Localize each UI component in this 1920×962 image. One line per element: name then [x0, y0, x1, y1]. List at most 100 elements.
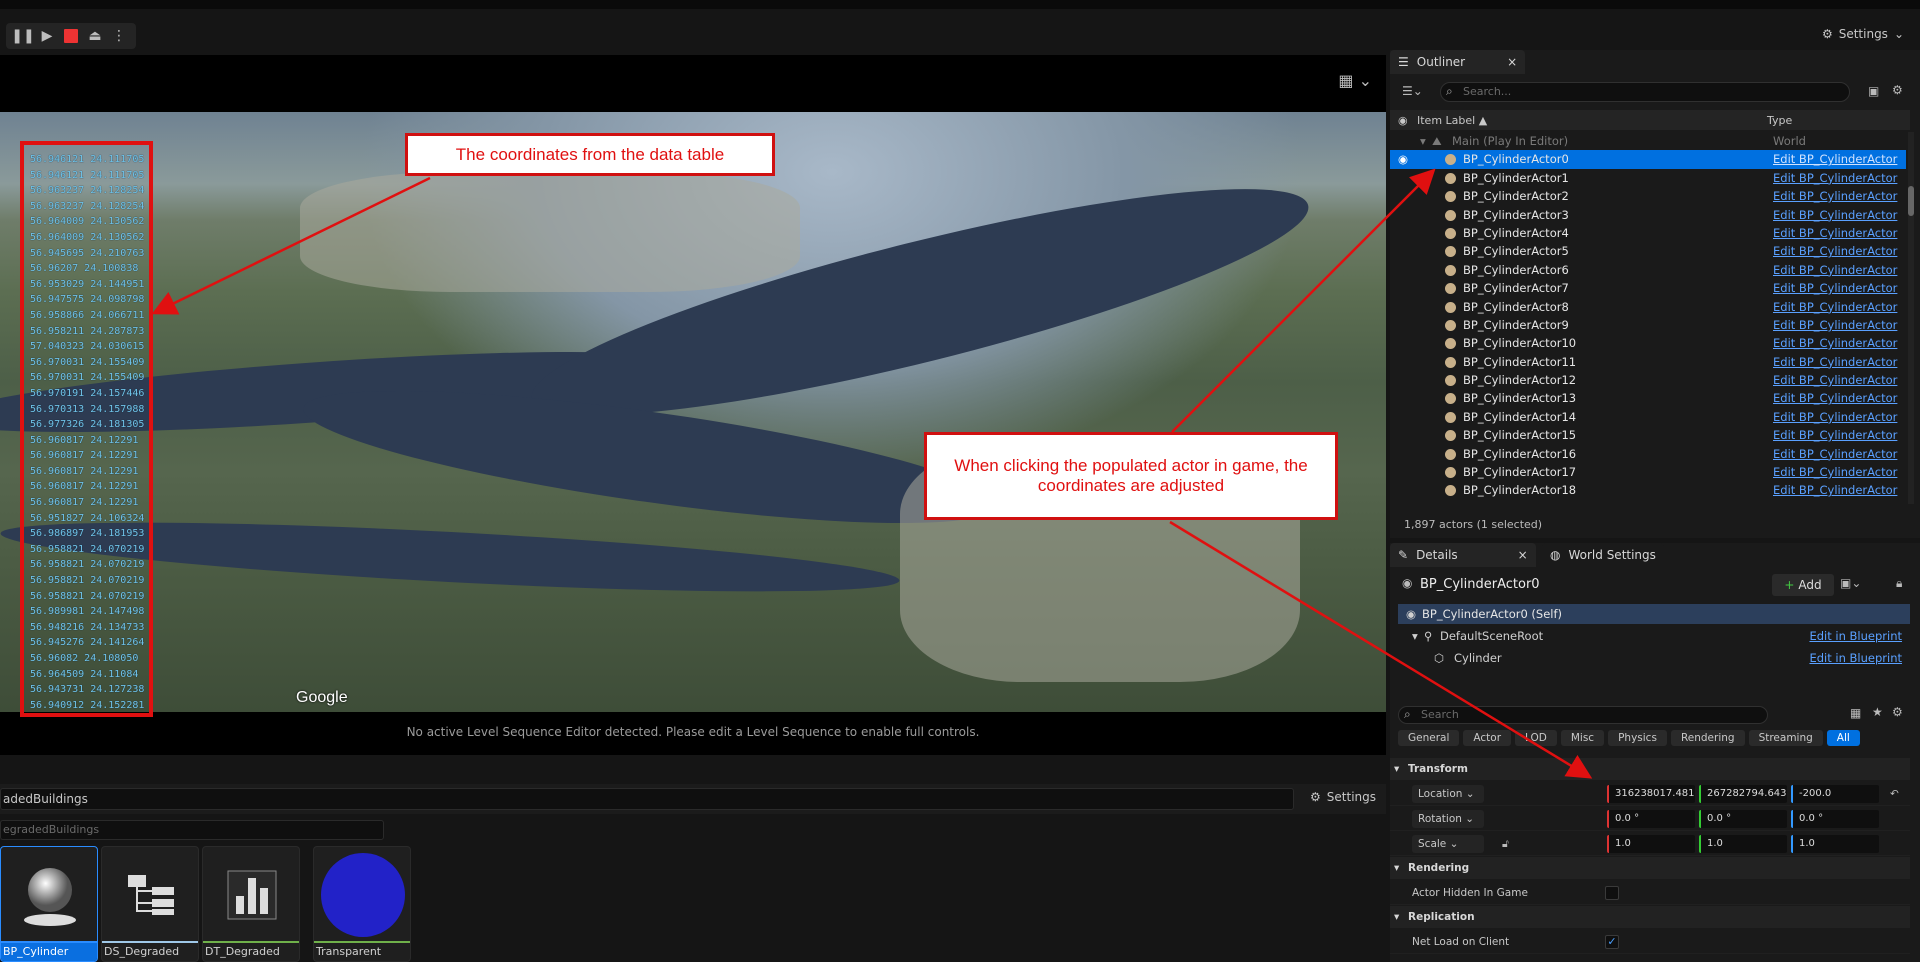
tab-details[interactable]: ✎ Details × [1390, 543, 1536, 567]
edit-blueprint-link[interactable]: Edit BP_CylinderActor [1773, 242, 1897, 260]
section-rendering[interactable]: ▾ Rendering [1390, 857, 1910, 879]
outliner-row[interactable]: BP_CylinderActor11 Edit BP_CylinderActor [1390, 353, 1906, 371]
expand-arrow-icon[interactable]: ▾ [1420, 132, 1426, 150]
location-y-field[interactable]: 267282794.6430 [1699, 785, 1787, 803]
tab-world-settings[interactable]: ◍ World Settings [1542, 543, 1664, 567]
outliner-row[interactable]: BP_CylinderActor2 Edit BP_CylinderActor [1390, 187, 1906, 205]
map-scene[interactable] [0, 112, 1386, 712]
outliner-row[interactable]: BP_CylinderActor13 Edit BP_CylinderActor [1390, 389, 1906, 407]
outliner-row[interactable]: BP_CylinderActor6 Edit BP_CylinderActor [1390, 261, 1906, 279]
outliner-row[interactable]: BP_CylinderActor8 Edit BP_CylinderActor [1390, 298, 1906, 316]
outliner-row[interactable]: BP_CylinderActor9 Edit BP_CylinderActor [1390, 316, 1906, 334]
section-replication[interactable]: ▾ Replication [1390, 906, 1910, 928]
outliner-row[interactable]: BP_CylinderActor5 Edit BP_CylinderActor [1390, 242, 1906, 260]
edit-blueprint-link[interactable]: Edit BP_CylinderActor [1773, 316, 1897, 334]
filter-tab[interactable]: All [1826, 730, 1860, 746]
outliner-row[interactable]: BP_CylinderActor15 Edit BP_CylinderActor [1390, 426, 1906, 444]
filter-tab[interactable]: General [1398, 730, 1460, 746]
edit-blueprint-link[interactable]: Edit BP_CylinderActor [1773, 426, 1897, 444]
details-search-input[interactable]: Search [1398, 706, 1768, 724]
net-load-checkbox[interactable]: ✓ [1605, 935, 1619, 949]
star-icon[interactable]: ★ [1872, 705, 1883, 719]
edit-blueprint-link[interactable]: Edit BP_CylinderActor [1773, 261, 1897, 279]
edit-blueprint-link[interactable]: Edit BP_CylinderActor [1773, 224, 1897, 242]
outliner-search-input[interactable]: Search... [1440, 82, 1850, 102]
edit-in-blueprint-link[interactable]: Edit in Blueprint [1809, 648, 1902, 668]
edit-blueprint-link[interactable]: Edit BP_CylinderActor [1773, 500, 1897, 504]
edit-blueprint-link[interactable]: Edit BP_CylinderActor [1773, 389, 1897, 407]
content-filter-dropdown[interactable]: egradedBuildings [0, 820, 384, 840]
outliner-row[interactable]: BP_CylinderActor17 Edit BP_CylinderActor [1390, 463, 1906, 481]
rotation-z-field[interactable]: 0.0 ° [1791, 810, 1879, 828]
expand-arrow-icon[interactable]: ▾ [1394, 906, 1399, 928]
filter-icon[interactable]: ☰⌄ [1402, 84, 1423, 98]
close-icon[interactable]: × [1518, 548, 1528, 562]
edit-blueprint-link[interactable]: Edit BP_CylinderActor [1773, 169, 1897, 187]
filter-tab[interactable]: Misc [1560, 730, 1605, 746]
outliner-row[interactable]: BP_CylinderActor14 Edit BP_CylinderActor [1390, 408, 1906, 426]
location-dropdown[interactable]: Location ⌄ [1412, 785, 1484, 803]
content-browser-settings-button[interactable]: ⚙ Settings [1310, 790, 1376, 804]
edit-blueprint-link[interactable]: Edit BP_CylinderActor [1773, 187, 1897, 205]
outliner-row[interactable]: BP_CylinderActor16 Edit BP_CylinderActor [1390, 445, 1906, 463]
gear-icon[interactable]: ⚙ [1892, 705, 1903, 719]
rotation-dropdown[interactable]: Rotation ⌄ [1412, 810, 1484, 828]
step-icon[interactable]: ▶︎ [36, 25, 58, 47]
filter-tab[interactable]: Rendering [1670, 730, 1745, 746]
filter-tab[interactable]: Physics [1608, 730, 1667, 746]
blueprint-options-icon[interactable]: ▣⌄ [1840, 576, 1861, 590]
rotation-x-field[interactable]: 0.0 ° [1607, 810, 1695, 828]
visibility-icon[interactable]: ◉ [1398, 150, 1408, 168]
filter-tab[interactable]: LOD [1515, 730, 1557, 746]
edit-blueprint-link[interactable]: Edit BP_CylinderActor [1773, 353, 1897, 371]
asset-tile[interactable]: DT_Degraded [202, 846, 300, 962]
section-transform[interactable]: ▾ Transform [1390, 758, 1910, 780]
component-root-row[interactable]: ▾ ⚲ DefaultSceneRoot Edit in Blueprint [1398, 626, 1910, 646]
expand-arrow-icon[interactable]: ▾ [1394, 857, 1399, 879]
content-path-dropdown[interactable]: adedBuildings [0, 788, 1294, 810]
outliner-row[interactable]: BP_CylinderActor4 Edit BP_CylinderActor [1390, 224, 1906, 242]
outliner-row[interactable]: BP_CylinderActor10 Edit BP_CylinderActor [1390, 334, 1906, 352]
more-options-icon[interactable]: ⋮ [108, 25, 130, 47]
outliner-row[interactable]: BP_CylinderActor7 Edit BP_CylinderActor [1390, 279, 1906, 297]
reset-arrow-icon[interactable]: ↶ [1890, 782, 1899, 806]
rotation-y-field[interactable]: 0.0 ° [1699, 810, 1787, 828]
outliner-row[interactable]: BP_CylinderActor3 Edit BP_CylinderActor [1390, 206, 1906, 224]
edit-blueprint-link[interactable]: Edit BP_CylinderActor [1773, 279, 1897, 297]
scale-x-field[interactable]: 1.0 [1607, 835, 1695, 853]
outliner-row[interactable]: ◉ BP_CylinderActor0 Edit BP_CylinderActor [1390, 150, 1906, 169]
settings-button[interactable]: ⚙ Settings ⌄ [1822, 27, 1904, 41]
edit-in-blueprint-link[interactable]: Edit in Blueprint [1809, 626, 1902, 646]
eject-icon[interactable]: ⏏ [84, 25, 106, 47]
add-folder-icon[interactable]: ▣ [1868, 84, 1879, 98]
outliner-root-row[interactable]: ▾ ⛰ Main (Play In Editor) World [1390, 132, 1906, 150]
close-icon[interactable]: × [1507, 55, 1517, 69]
edit-blueprint-link[interactable]: Edit BP_CylinderActor [1773, 408, 1897, 426]
gear-icon[interactable]: ⚙ [1892, 83, 1903, 97]
scale-z-field[interactable]: 1.0 [1791, 835, 1879, 853]
filter-tab[interactable]: Streaming [1748, 730, 1823, 746]
outliner-scrollbar[interactable] [1908, 132, 1914, 504]
outliner-row[interactable]: BP_CylinderActor12 Edit BP_CylinderActor [1390, 371, 1906, 389]
edit-blueprint-link[interactable]: Edit BP_CylinderActor [1773, 445, 1897, 463]
component-self-row[interactable]: ◉ BP_CylinderActor0 (Self) [1398, 604, 1910, 624]
stop-button[interactable] [60, 25, 82, 47]
location-z-field[interactable]: -200.0 [1791, 785, 1879, 803]
outliner-row[interactable]: BP_CylinderActor19 Edit BP_CylinderActor [1390, 500, 1906, 504]
viewport-layout-icon[interactable]: ▦ ⌄ [1338, 71, 1372, 90]
pause-icon[interactable]: ❚❚ [11, 25, 34, 47]
scale-dropdown[interactable]: Scale ⌄ [1412, 835, 1484, 853]
add-component-button[interactable]: + Add [1772, 574, 1834, 596]
edit-blueprint-link[interactable]: Edit BP_CylinderActor [1773, 371, 1897, 389]
actor-hidden-checkbox[interactable] [1605, 886, 1619, 900]
edit-blueprint-link[interactable]: Edit BP_CylinderActor [1773, 298, 1897, 316]
column-item-label[interactable]: Item Label ▲ [1417, 114, 1487, 127]
edit-blueprint-link[interactable]: Edit BP_CylinderActor [1773, 463, 1897, 481]
scale-y-field[interactable]: 1.0 [1699, 835, 1787, 853]
table-view-icon[interactable]: ▦ [1850, 706, 1861, 720]
asset-tile[interactable]: Transparent [313, 846, 411, 962]
expand-arrow-icon[interactable]: ▾ [1412, 626, 1418, 646]
edit-blueprint-link[interactable]: Edit BP_CylinderActor [1773, 150, 1897, 168]
expand-arrow-icon[interactable]: ▾ [1394, 758, 1399, 780]
asset-tile[interactable]: BP_Cylinder [0, 846, 98, 962]
